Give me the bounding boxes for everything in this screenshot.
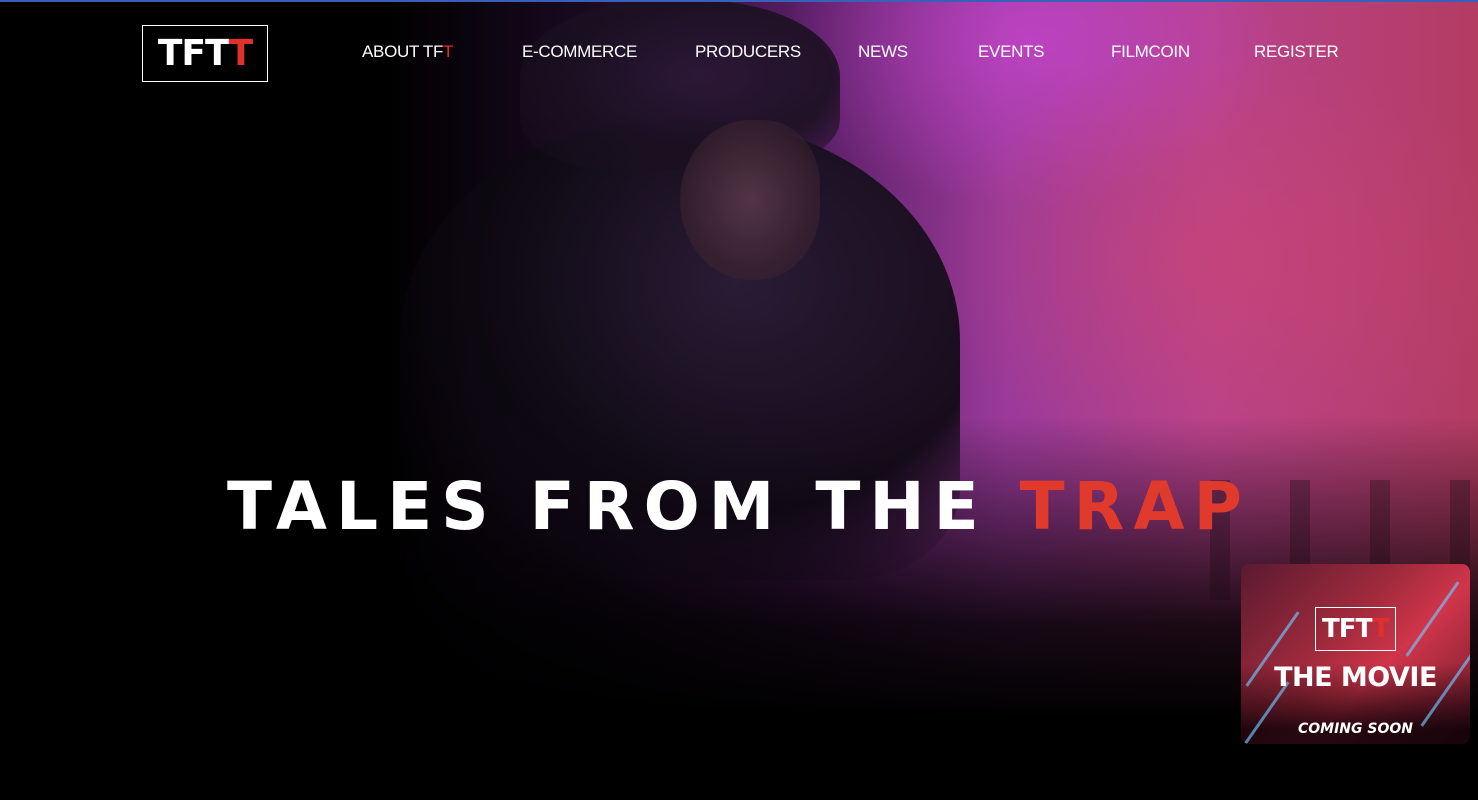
nav-about-label: ABOUT TFT [362, 42, 454, 61]
nav-label-accent: T [443, 42, 454, 61]
nav-producers-label: PRODUCERS [695, 42, 801, 61]
nav-item-producers[interactable]: PRODUCERS [695, 42, 801, 62]
nav-ecommerce-label: E-COMMERCE [522, 42, 638, 61]
nav-item-about[interactable]: ABOUT TFT [362, 42, 453, 62]
hero-figure-hand [680, 120, 820, 280]
headline-accent-text: TRAP [1019, 468, 1251, 545]
nav-filmcoin-label: FILMCOIN [1111, 42, 1190, 61]
promo-logo-main: TFT [1322, 614, 1373, 644]
headline-main-text: TALES FROM THE [227, 468, 1020, 545]
nav-item-news[interactable]: NEWS [858, 42, 908, 62]
nav-item-ecommerce[interactable]: E-COMMERCE [522, 42, 637, 62]
nav-item-filmcoin[interactable]: FILMCOIN [1111, 42, 1190, 62]
top-border-line [0, 0, 1478, 2]
promo-light-streak [1405, 581, 1460, 657]
promo-subtitle: COMING SOON [1297, 721, 1413, 737]
nav-events-label: EVENTS [978, 42, 1045, 61]
hero-headline: TALES FROM THE TRAP [0, 468, 1478, 545]
nav-item-events[interactable]: EVENTS [978, 42, 1045, 62]
nav-register-label: REGISTER [1254, 42, 1339, 61]
nav-item-register[interactable]: REGISTER [1254, 42, 1339, 62]
movie-promo-card[interactable]: TFT T THE MOVIE COMING SOON [1241, 564, 1470, 744]
promo-title: THE MOVIE [1274, 662, 1437, 693]
main-navigation: ABOUT TFT E-COMMERCE PRODUCERS NEWS EVEN… [0, 0, 1478, 100]
promo-logo-accent: T [1372, 614, 1390, 644]
nav-news-label: NEWS [858, 42, 908, 61]
promo-logo: TFT T [1315, 607, 1396, 651]
